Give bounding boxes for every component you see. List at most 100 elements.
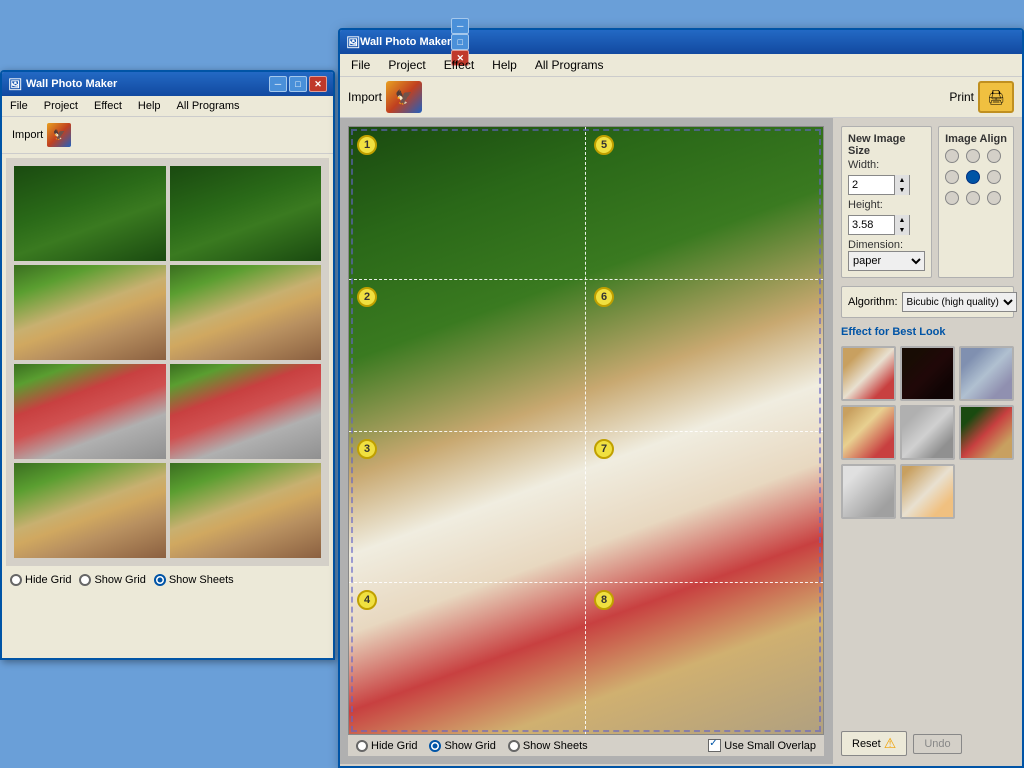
cell-num-6: 6 — [594, 287, 614, 307]
photo-canvas: 1 5 2 6 3 7 4 8 — [348, 126, 824, 735]
bg-close-button[interactable]: ✕ — [309, 76, 327, 92]
bg-minimize-button[interactable]: ─ — [269, 76, 287, 92]
cell-num-5: 5 — [594, 135, 614, 155]
image-size-label: New Image Size — [848, 133, 925, 157]
width-input[interactable] — [849, 176, 894, 194]
show-grid-option[interactable]: Show Grid — [429, 740, 495, 752]
main-print-label: Print — [949, 90, 974, 104]
main-menu-allprograms[interactable]: All Programs — [530, 56, 609, 74]
image-align-label: Image Align — [945, 133, 1007, 145]
canvas-area: 1 5 2 6 3 7 4 8 Hide Grid Show Grid — [340, 118, 832, 764]
bg-title-bar: 🖼 Wall Photo Maker ─ □ ✕ — [2, 72, 333, 96]
use-overlap-checkbox[interactable] — [708, 739, 721, 752]
effect-7[interactable] — [841, 464, 896, 519]
main-menu-project[interactable]: Project — [383, 56, 430, 74]
bg-menu-effect[interactable]: Effect — [90, 98, 126, 114]
grid-h3 — [349, 582, 823, 583]
effect-8-img — [902, 466, 953, 517]
reset-label: Reset — [852, 738, 881, 750]
bg-cell-2 — [170, 166, 322, 261]
algo-select[interactable]: Bicubic (high quality) — [902, 292, 1017, 312]
effect-3-img — [961, 348, 1012, 399]
show-sheets-radio[interactable] — [508, 740, 520, 752]
align-mr[interactable] — [987, 170, 1001, 184]
background-window: 🖼 Wall Photo Maker ─ □ ✕ File Project Ef… — [0, 70, 335, 660]
bg-show-sheets-radio[interactable] — [154, 574, 166, 586]
bg-win-controls: ─ □ ✕ — [269, 76, 327, 92]
effect-1[interactable] — [841, 346, 896, 401]
show-grid-radio[interactable] — [429, 740, 441, 752]
show-sheets-option[interactable]: Show Sheets — [508, 740, 588, 752]
bg-menu-file[interactable]: File — [6, 98, 32, 114]
width-spinner-btns: ▲ ▼ — [894, 175, 909, 195]
align-tc[interactable] — [966, 149, 980, 163]
bg-show-grid-radio[interactable] — [79, 574, 91, 586]
height-input-row: ▲ ▼ — [848, 215, 925, 235]
algo-label: Algorithm: — [848, 296, 898, 308]
height-spinner[interactable]: ▲ ▼ — [848, 215, 910, 235]
hide-grid-option[interactable]: Hide Grid — [356, 740, 417, 752]
main-title-icon: 🖼 — [346, 36, 360, 49]
bg-cell-5 — [14, 364, 166, 459]
reset-button[interactable]: Reset ⚠ — [841, 731, 907, 756]
effect-6[interactable] — [959, 405, 1014, 460]
bg-cell-4 — [170, 265, 322, 360]
warning-icon: ⚠ — [884, 735, 897, 752]
effect-4[interactable] — [841, 405, 896, 460]
bg-show-grid-option[interactable]: Show Grid — [79, 574, 145, 586]
bg-preview-area — [6, 158, 329, 566]
align-ml[interactable] — [945, 170, 959, 184]
bg-maximize-button[interactable]: □ — [289, 76, 307, 92]
main-import-icon: 🦅 — [386, 81, 422, 113]
align-br[interactable] — [987, 191, 1001, 205]
effect-3[interactable] — [959, 346, 1014, 401]
bg-toolbar: Import 🦅 — [2, 117, 333, 154]
dimension-select[interactable]: paper — [848, 251, 925, 271]
width-down-button[interactable]: ▼ — [895, 185, 909, 195]
main-menu-file[interactable]: File — [346, 56, 375, 74]
bg-show-sheets-option[interactable]: Show Sheets — [154, 574, 234, 586]
image-align-section: Image Align — [938, 126, 1014, 278]
bg-import-label: Import — [12, 129, 43, 141]
main-maximize-button[interactable]: □ — [451, 34, 469, 50]
align-bl[interactable] — [945, 191, 959, 205]
dimension-label: Dimension: — [848, 239, 903, 251]
effect-5[interactable] — [900, 405, 955, 460]
align-mc[interactable] — [966, 170, 980, 184]
main-print-icon: 🖨 — [978, 81, 1014, 113]
effect-2[interactable] — [900, 346, 955, 401]
bg-cell-3 — [14, 265, 166, 360]
bg-hide-grid-option[interactable]: Hide Grid — [10, 574, 71, 586]
width-spinner[interactable]: ▲ ▼ — [848, 175, 910, 195]
align-tl[interactable] — [945, 149, 959, 163]
undo-button[interactable]: Undo — [913, 734, 961, 754]
width-up-button[interactable]: ▲ — [895, 175, 909, 185]
main-minimize-button[interactable]: ─ — [451, 18, 469, 34]
main-print-button[interactable]: Print 🖨 — [949, 81, 1014, 113]
main-import-button[interactable]: Import 🦅 — [348, 81, 422, 113]
height-input[interactable] — [849, 216, 894, 234]
align-bc[interactable] — [966, 191, 980, 205]
main-menu-help[interactable]: Help — [487, 56, 522, 74]
top-sections: New Image Size Width: ▲ ▼ — [841, 126, 1014, 278]
height-spinner-btns: ▲ ▼ — [894, 215, 909, 235]
effect-8[interactable] — [900, 464, 955, 519]
bg-hide-grid-label: Hide Grid — [25, 574, 71, 586]
bg-import-button[interactable]: Import 🦅 — [6, 121, 77, 149]
bg-menu-project[interactable]: Project — [40, 98, 82, 114]
hide-grid-radio[interactable] — [356, 740, 368, 752]
bg-menu-allprograms[interactable]: All Programs — [173, 98, 244, 114]
effects-label: Effect for Best Look — [841, 326, 1014, 338]
main-title-bar: 🖼 Wall Photo Maker ─ □ ✕ — [340, 30, 1022, 54]
height-down-button[interactable]: ▼ — [895, 225, 909, 235]
grid-h1 — [349, 279, 823, 280]
bg-window-title: Wall Photo Maker — [26, 78, 117, 90]
show-sheets-label: Show Sheets — [523, 740, 588, 752]
height-up-button[interactable]: ▲ — [895, 215, 909, 225]
align-tr[interactable] — [987, 149, 1001, 163]
width-row: Width: — [848, 159, 925, 171]
main-menu-effect[interactable]: Effect — [439, 56, 479, 74]
bg-menu-help[interactable]: Help — [134, 98, 165, 114]
main-window-title: Wall Photo Maker — [360, 36, 451, 48]
bg-hide-grid-radio[interactable] — [10, 574, 22, 586]
